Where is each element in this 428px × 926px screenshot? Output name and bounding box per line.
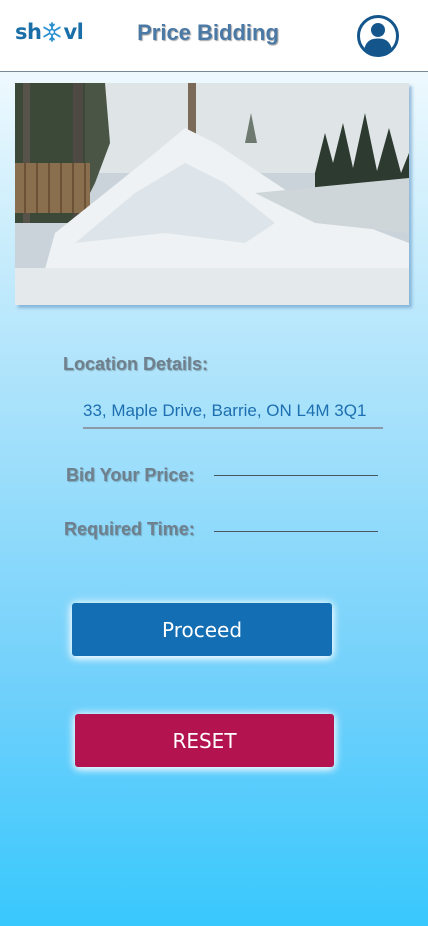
required-time-field[interactable] bbox=[214, 511, 378, 532]
bid-price-field[interactable] bbox=[214, 455, 378, 476]
location-label: Location Details: bbox=[63, 354, 209, 374]
snowflake-icon bbox=[43, 22, 62, 42]
location-field[interactable] bbox=[83, 395, 383, 429]
reset-button[interactable]: RESET bbox=[75, 714, 334, 767]
bid-price-label: Bid Your Price: bbox=[66, 465, 195, 485]
snow-pile-photo bbox=[15, 83, 409, 305]
required-time-label: Required Time: bbox=[64, 519, 195, 539]
logo-text-right: vl bbox=[63, 20, 84, 44]
logo-text-left: sh bbox=[15, 20, 42, 44]
proceed-button[interactable]: Proceed bbox=[72, 603, 332, 656]
app-logo[interactable]: sh vl bbox=[15, 17, 84, 47]
user-circle-icon[interactable] bbox=[356, 14, 400, 58]
page-title: Price Bidding bbox=[137, 20, 279, 45]
app-header: sh vl Price Bidding bbox=[0, 0, 428, 72]
